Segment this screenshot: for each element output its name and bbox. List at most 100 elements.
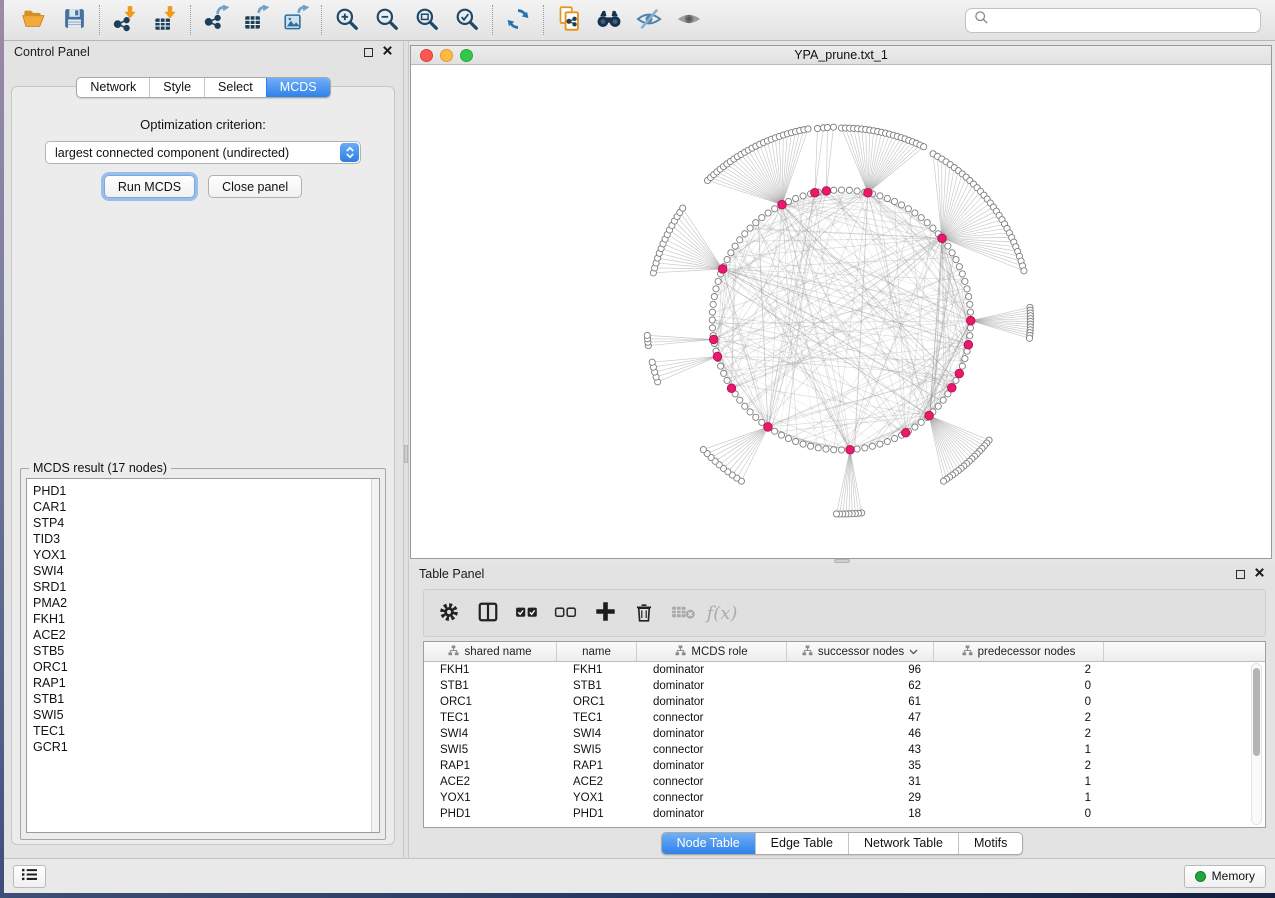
- graph-node[interactable]: [877, 193, 883, 199]
- graph-node[interactable]: [824, 124, 830, 130]
- splitter-grip[interactable]: [404, 445, 408, 463]
- graph-node[interactable]: [912, 210, 918, 216]
- graph-node[interactable]: [715, 278, 721, 284]
- hide-selected-button[interactable]: [629, 2, 669, 38]
- mcds-result-item[interactable]: TEC1: [33, 723, 379, 739]
- export-image-button[interactable]: [276, 2, 316, 38]
- split-panel-button[interactable]: [473, 596, 503, 630]
- mcds-result-item[interactable]: CAR1: [33, 499, 379, 515]
- graph-node[interactable]: [718, 363, 724, 369]
- table-scrollbar[interactable]: [1251, 663, 1262, 825]
- mcds-result-item[interactable]: SWI5: [33, 707, 379, 723]
- graph-node[interactable]: [709, 325, 715, 331]
- graph-node[interactable]: [935, 403, 941, 409]
- graph-node[interactable]: [742, 231, 748, 237]
- table-row[interactable]: PHD1PHD1dominator180: [424, 806, 1265, 822]
- tab-network[interactable]: Network: [77, 78, 149, 97]
- mcds-result-item[interactable]: TID3: [33, 531, 379, 547]
- tab-network-table[interactable]: Network Table: [848, 833, 958, 854]
- save-button[interactable]: [54, 2, 94, 38]
- close-panel-icon[interactable]: [1254, 567, 1265, 581]
- graph-node[interactable]: [854, 446, 860, 452]
- graph-node[interactable]: [967, 309, 973, 315]
- close-panel-button[interactable]: Close panel: [208, 175, 302, 198]
- table-row[interactable]: YOX1YOX1connector291: [424, 790, 1265, 806]
- graph-node[interactable]: [807, 443, 813, 449]
- add-column-button[interactable]: [590, 596, 620, 630]
- graph-node[interactable]: [732, 243, 738, 249]
- search-input[interactable]: [995, 12, 1252, 28]
- zoom-selected-button[interactable]: [447, 2, 487, 38]
- graph-node[interactable]: [700, 446, 706, 452]
- export-network-button[interactable]: [196, 2, 236, 38]
- graph-node[interactable]: [838, 447, 844, 453]
- import-table-button[interactable]: [145, 2, 185, 38]
- graph-node[interactable]: [709, 309, 715, 315]
- find-button[interactable]: [589, 2, 629, 38]
- graph-node[interactable]: [793, 438, 799, 444]
- mcds-result-item[interactable]: STB1: [33, 691, 379, 707]
- graph-node[interactable]: [921, 144, 927, 150]
- graph-node[interactable]: [772, 206, 778, 212]
- graph-node[interactable]: [833, 511, 839, 517]
- graph-node[interactable]: [724, 256, 730, 262]
- column-header-predecessor-nodes[interactable]: predecessor nodes: [934, 642, 1104, 661]
- table-settings-button[interactable]: [434, 596, 464, 630]
- table-row[interactable]: RAP1RAP1dominator352: [424, 758, 1265, 774]
- graph-hub-node[interactable]: [727, 384, 736, 393]
- graph-node[interactable]: [869, 443, 875, 449]
- graph-hub-node[interactable]: [764, 423, 773, 432]
- deselect-all-button[interactable]: [551, 596, 581, 630]
- column-header-name[interactable]: name: [557, 642, 637, 661]
- run-mcds-button[interactable]: Run MCDS: [104, 175, 195, 198]
- mcds-result-item[interactable]: SRD1: [33, 579, 379, 595]
- memory-button[interactable]: Memory: [1184, 865, 1266, 888]
- graph-hub-node[interactable]: [778, 200, 787, 209]
- table-row[interactable]: SWI5SWI5connector431: [424, 742, 1265, 758]
- graph-node[interactable]: [924, 220, 930, 226]
- graph-node[interactable]: [891, 435, 897, 441]
- table-row[interactable]: SWI4SWI4dominator462: [424, 726, 1265, 742]
- graph-node[interactable]: [967, 333, 973, 339]
- network-canvas[interactable]: [411, 65, 1271, 558]
- graph-hub-node[interactable]: [713, 352, 722, 361]
- graph-node[interactable]: [846, 187, 852, 193]
- graph-node[interactable]: [877, 441, 883, 447]
- mcds-result-item[interactable]: STB5: [33, 643, 379, 659]
- graph-node[interactable]: [949, 250, 955, 256]
- graph-node[interactable]: [862, 445, 868, 451]
- zoom-in-button[interactable]: [327, 2, 367, 38]
- graph-node[interactable]: [953, 256, 959, 262]
- tab-motifs[interactable]: Motifs: [958, 833, 1022, 854]
- graph-node[interactable]: [891, 198, 897, 204]
- graph-node[interactable]: [765, 210, 771, 216]
- graph-node[interactable]: [649, 359, 655, 365]
- tab-mcds[interactable]: MCDS: [266, 78, 330, 97]
- delete-table-button[interactable]: [668, 596, 698, 630]
- graph-node[interactable]: [710, 301, 716, 307]
- apply-layout-button[interactable]: [498, 2, 538, 38]
- mcds-result-item[interactable]: ACE2: [33, 627, 379, 643]
- mcds-result-item[interactable]: STP4: [33, 515, 379, 531]
- graph-node[interactable]: [838, 187, 844, 193]
- graph-node[interactable]: [966, 293, 972, 299]
- mcds-result-item[interactable]: ORC1: [33, 659, 379, 675]
- graph-node[interactable]: [830, 124, 836, 130]
- tab-node-table[interactable]: Node Table: [662, 833, 755, 854]
- graph-node[interactable]: [747, 225, 753, 231]
- table-row[interactable]: STB1STB1dominator620: [424, 678, 1265, 694]
- graph-node[interactable]: [721, 370, 727, 376]
- graph-hub-node[interactable]: [938, 234, 947, 243]
- graph-node[interactable]: [644, 332, 650, 338]
- graph-node[interactable]: [1021, 268, 1027, 274]
- import-network-button[interactable]: [105, 2, 145, 38]
- panel-list-button[interactable]: [13, 865, 46, 888]
- graph-node[interactable]: [956, 264, 962, 270]
- table-row[interactable]: ORC1ORC1dominator610: [424, 694, 1265, 710]
- graph-hub-node[interactable]: [709, 335, 718, 344]
- graph-node[interactable]: [753, 414, 759, 420]
- float-panel-icon[interactable]: [364, 48, 373, 57]
- graph-node[interactable]: [753, 220, 759, 226]
- graph-node[interactable]: [831, 187, 837, 193]
- graph-node[interactable]: [898, 202, 904, 208]
